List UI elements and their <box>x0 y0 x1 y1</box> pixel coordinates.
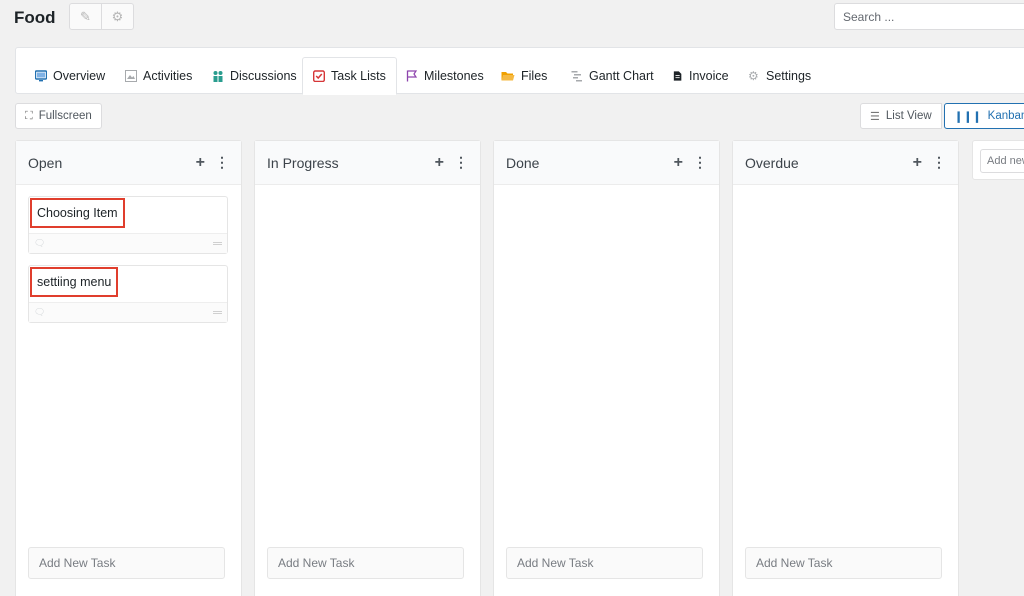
tab-label: Overview <box>53 69 106 83</box>
kanban-label: Kanban <box>987 110 1024 122</box>
add-new-task-button[interactable]: Add New Task <box>745 547 942 579</box>
drag-handle-icon[interactable] <box>213 311 222 314</box>
column-header: Overdue + ⋮ <box>733 141 958 185</box>
list-view-label: List View <box>885 110 932 122</box>
drag-handle-icon[interactable] <box>213 242 222 245</box>
kebab-menu-icon[interactable]: ⋮ <box>932 154 946 171</box>
comment-icon[interactable]: 🗨 <box>34 307 45 318</box>
search-input[interactable] <box>834 3 1024 30</box>
plus-icon[interactable]: + <box>674 154 683 172</box>
plus-icon[interactable]: + <box>196 154 205 172</box>
column-title: In Progress <box>267 154 339 171</box>
task-card-title[interactable]: Choosing Item <box>30 198 125 228</box>
add-new-list-panel <box>972 140 1024 180</box>
gear-icon[interactable]: ⚙ <box>101 4 133 29</box>
tab-overview[interactable]: Overview <box>35 57 105 95</box>
tab-label: Files <box>521 69 548 83</box>
project-tabs: Overview Activities Discussions Task Lis… <box>15 47 1024 95</box>
column-title: Overdue <box>745 154 799 171</box>
column-title: Open <box>28 154 63 171</box>
add-new-list-input[interactable] <box>980 149 1024 173</box>
kebab-menu-icon[interactable]: ⋮ <box>454 154 468 171</box>
kebab-menu-icon[interactable]: ⋮ <box>693 154 707 171</box>
kanban-column-overdue: Overdue + ⋮ Add New Task <box>732 140 959 596</box>
task-card-footer: 🗨 <box>29 233 227 253</box>
tab-label: Task Lists <box>331 69 386 83</box>
add-new-task-button[interactable]: Add New Task <box>28 547 225 579</box>
tab-files[interactable]: Files <box>501 57 547 95</box>
task-card-footer: 🗨 <box>29 302 227 322</box>
project-title: Food <box>14 8 56 27</box>
fullscreen-label: Fullscreen <box>38 110 92 122</box>
tab-invoice[interactable]: Invoice <box>673 57 729 95</box>
comment-icon[interactable]: 🗨 <box>34 238 45 249</box>
column-header: Open + ⋮ <box>16 141 241 185</box>
column-title: Done <box>506 154 540 171</box>
tab-task-lists[interactable]: Task Lists <box>302 57 397 95</box>
folder-icon <box>501 72 515 81</box>
tab-discussions[interactable]: Discussions <box>212 57 297 95</box>
tab-label: Activities <box>143 69 193 83</box>
task-card-title[interactable]: settiing menu <box>30 267 119 297</box>
fullscreen-button[interactable]: ⛶ Fullscreen <box>15 103 102 129</box>
people-icon <box>213 71 223 82</box>
tab-gantt-chart[interactable]: Gantt Chart <box>571 57 654 95</box>
add-new-task-button[interactable]: Add New Task <box>267 547 464 579</box>
task-card[interactable]: settiing menu 🗨 <box>28 265 228 323</box>
edit-pencil-icon[interactable]: ✎ <box>70 4 101 29</box>
plus-icon[interactable]: + <box>435 154 444 172</box>
task-card[interactable]: Choosing Item 🗨 <box>28 196 228 254</box>
column-header: In Progress + ⋮ <box>255 141 480 185</box>
fullscreen-icon: ⛶ <box>25 109 33 122</box>
tab-label: Milestones <box>424 69 484 83</box>
gantt-icon <box>571 71 582 82</box>
plus-icon[interactable]: + <box>913 154 922 172</box>
monitor-icon <box>35 70 47 82</box>
kanban-column-open: Open + ⋮ Choosing Item 🗨 settiing menu 🗨… <box>15 140 242 596</box>
tab-label: Discussions <box>230 69 297 83</box>
column-header: Done + ⋮ <box>494 141 719 185</box>
tab-activities[interactable]: Activities <box>125 57 192 95</box>
kanban-column-in-progress: In Progress + ⋮ Add New Task <box>254 140 481 596</box>
add-new-task-button[interactable]: Add New Task <box>506 547 703 579</box>
list-icon: ☰ <box>870 110 880 123</box>
tab-milestones[interactable]: Milestones <box>406 57 484 95</box>
flag-icon <box>406 70 418 82</box>
tab-label: Invoice <box>689 69 729 83</box>
image-icon <box>125 70 137 82</box>
checklist-icon <box>313 70 325 82</box>
document-icon <box>673 71 682 81</box>
list-view-button[interactable]: ☰ List View <box>860 103 942 129</box>
tab-label: Settings <box>766 69 812 83</box>
gear-icon: ⚙ <box>748 69 759 83</box>
title-tools: ✎ ⚙ <box>69 3 134 30</box>
kebab-menu-icon[interactable]: ⋮ <box>215 154 229 171</box>
tab-label: Gantt Chart <box>589 69 654 83</box>
kanban-button[interactable]: ❙❙❙ Kanban <box>944 103 1024 129</box>
kanban-columns-icon: ❙❙❙ <box>954 110 982 123</box>
tab-settings[interactable]: ⚙ Settings <box>748 57 811 95</box>
kanban-column-done: Done + ⋮ Add New Task <box>493 140 720 596</box>
